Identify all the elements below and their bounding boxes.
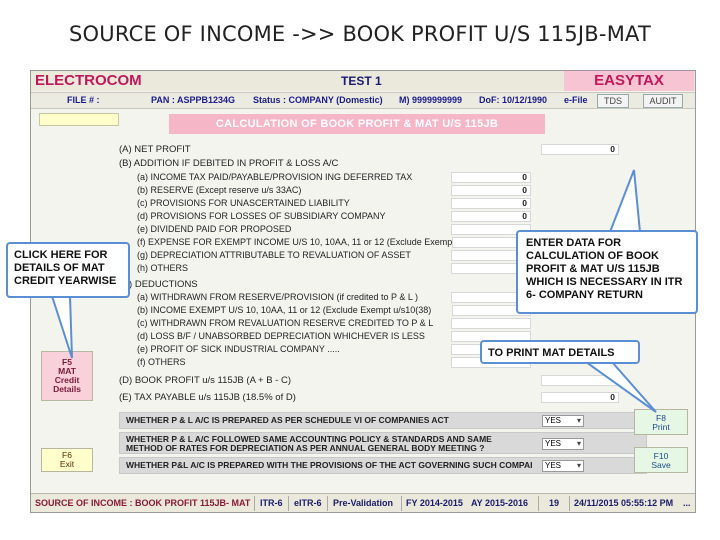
dof-value: DoF: 10/12/1990 [479,95,548,105]
status-bar: SOURCE OF INCOME : BOOK PROFIT 115JB- MA… [31,493,695,512]
button-label: Exit [59,459,75,469]
tax-payable-value: 0 [541,392,619,403]
book-profit-value [541,375,619,386]
row-label: (e) DIVIDEND PAID FOR PROPOSED [137,224,292,234]
info-bar: FILE # : PAN : ASPPB1234G Status : COMPA… [31,92,695,109]
status-divider [288,496,289,511]
row-label: (b) RESERVE (Except reserve u/s 33AC) [137,185,302,195]
answer-select[interactable]: YES [542,460,584,472]
net-profit-input[interactable]: 0 [541,144,619,155]
pan-value: PAN : ASPPB1234G [151,95,236,105]
row-input[interactable]: 0 [451,185,531,196]
question-row: WHETHER P & L A/C IS PREPARED AS PER SCH… [119,412,647,429]
f5-mat-credit-button[interactable]: F5 MAT Credit Details [41,351,93,401]
slide-title: SOURCE OF INCOME ->> BOOK PROFIT U/S 115… [69,22,651,46]
row-label: (f) EXPENSE FOR EXEMPT INCOME U/S 10, 10… [137,237,452,247]
row-input[interactable]: 0 [451,198,531,209]
row-label: (h) OTHERS [137,263,189,273]
status-divider [401,496,402,511]
status-divider [254,496,255,511]
answer-select[interactable]: YES [542,438,584,450]
row-input[interactable]: 0 [451,172,531,183]
button-label: Details [53,384,81,394]
status-ay: AY 2015-2016 [471,498,529,508]
brand-logo-text: ELECTROCOM [35,72,142,89]
f8-print-button[interactable]: F8 Print [634,409,688,435]
f6-exit-button[interactable]: F6 Exit [41,448,93,472]
button-label: Save [651,460,671,470]
tab-tds[interactable]: TDS [597,94,629,108]
status-divider [569,496,570,511]
row-label: (a) WITHDRAWN FROM RESERVE/PROVISION (if… [137,292,419,302]
callout-enter-data: ENTER DATA FOR CALCULATION OF BOOK PROFI… [516,230,698,314]
question-row: WHETHER P & L A/C FOLLOWED SAME ACCOUNTI… [119,432,647,454]
question-text-line2: METHOD OF RATES FOR DEPRECIATION AS PER … [126,443,485,453]
question-text: WHETHER P & L A/C IS PREPARED AS PER SCH… [126,415,449,425]
f10-save-button[interactable]: F10 Save [634,447,688,473]
file-input[interactable] [39,113,119,126]
status-divider [538,496,539,511]
brand-row: ELECTROCOM TEST 1 EASYTAX [31,71,695,91]
row-input[interactable]: 0 [451,211,531,222]
row-label: (d) LOSS B/F / UNABSORBED DEPRECIATION W… [137,331,425,341]
answer-select[interactable]: YES [542,415,584,427]
row-label: (c) PROVISIONS FOR UNASCERTAINED LIABILI… [137,198,350,208]
product-logo-text: EASYTAX [564,71,694,91]
question-row: WHETHER P&L A/C IS PREPARED WITH THE PRO… [119,457,647,474]
section-banner: CALCULATION OF BOOK PROFIT & MAT U/S 115… [169,114,545,134]
status-fy: FY 2014-2015 [406,498,463,508]
row-label: (g) DEPRECIATION ATTRIBUTABLE TO REVALUA… [137,250,411,260]
row-label: (a) INCOME TAX PAID/PAYABLE/PROVISION IN… [137,172,413,182]
mobile-value: M) 9999999999 [399,95,463,105]
tax-payable-label: (E) TAX PAYABLE u/s 115JB (18.5% of D) [119,392,296,403]
tab-audit[interactable]: AUDIT [643,94,683,108]
row-label: (b) INCOME EXEMPT U/S 10, 10AA, 11 or 12… [137,305,432,315]
status-itr[interactable]: ITR-6 [260,498,283,508]
row-label: (C) DEDUCTIONS [119,279,198,290]
row-label: (e) PROFIT OF SICK INDUSTRIAL COMPANY ..… [137,344,340,354]
status-divider [327,496,328,511]
row-label: (A) NET PROFIT [119,144,191,155]
status-count: 19 [549,498,560,508]
status-eitr[interactable]: eITR-6 [294,498,322,508]
status-more: ... [683,498,691,508]
efile-link[interactable]: e-File [564,95,588,105]
row-label: (c) WITHDRAWN FROM REVALUATION RESERVE C… [137,318,434,328]
row-label: (B) ADDITION IF DEBITED IN PROFIT & LOSS… [119,158,339,169]
client-title: TEST 1 [341,74,382,88]
status-datetime: 24/11/2015 05:55:12 PM [574,498,674,508]
callout-mat-credit: CLICK HERE FOR DETAILS OF MAT CREDIT YEA… [6,242,130,298]
button-label: Print [652,422,670,432]
row-label: (d) PROVISIONS FOR LOSSES OF SUBSIDIARY … [137,211,386,221]
callout-print: TO PRINT MAT DETAILS [480,340,640,364]
row-input[interactable] [451,318,531,329]
status-source: SOURCE OF INCOME : BOOK PROFIT 115JB- MA… [35,498,251,508]
question-text: WHETHER P&L A/C IS PREPARED WITH THE PRO… [126,460,533,470]
status-value: Status : COMPANY (Domestic) [253,95,383,105]
file-number-label: FILE # : [67,95,100,105]
book-profit-label: (D) BOOK PROFIT u/s 115JB (A + B - C) [119,375,292,386]
row-label: (f) OTHERS [137,357,186,367]
status-prevalidation[interactable]: Pre-Validation [333,498,393,508]
